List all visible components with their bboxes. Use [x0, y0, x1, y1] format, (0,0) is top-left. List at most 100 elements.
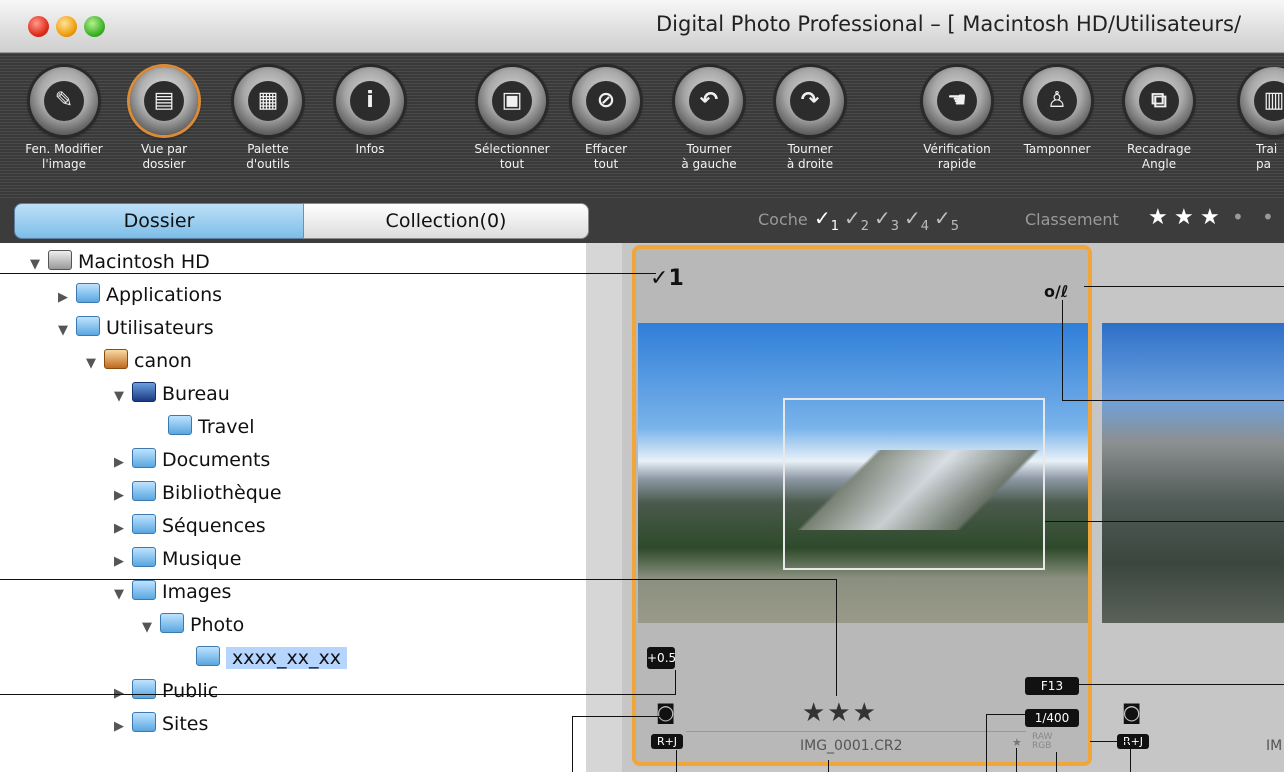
callout-line	[675, 670, 676, 695]
info-button[interactable]: i Infos	[318, 67, 422, 157]
callout-line	[986, 714, 987, 772]
disclosure-open-icon[interactable]: ▼	[86, 349, 104, 379]
folder-icon	[196, 646, 220, 666]
tabs-filter-row: Dossier Collection(0) Coche ✓1 ✓2 ✓3 ✓4 …	[0, 198, 1284, 243]
rating-dot-icon[interactable]: •	[1262, 205, 1274, 229]
crop-angle-button[interactable]: ⧉ Recadrage Angle	[1107, 67, 1211, 172]
tree-item[interactable]: ▼ Photo	[142, 610, 244, 640]
movies-folder-icon	[132, 514, 156, 534]
disclosure-open-icon[interactable]: ▼	[30, 250, 48, 280]
tree-item[interactable]: ▶Public	[114, 676, 218, 706]
tool-palette-button[interactable]: ▦ Palette d'outils	[216, 67, 320, 172]
disclosure-closed-icon[interactable]: ▶	[114, 712, 132, 742]
tree-item[interactable]: ▶ Séquences	[114, 511, 266, 541]
disclosure-open-icon[interactable]: ▼	[114, 382, 132, 412]
rating-star-icon[interactable]: ★	[1174, 205, 1194, 230]
edit-window-icon: ✎	[44, 81, 84, 121]
tool-palette-icon: ▦	[248, 81, 288, 121]
pictures-folder-icon	[132, 580, 156, 600]
select-all-icon: ▣	[492, 81, 532, 121]
library-folder-icon	[132, 481, 156, 501]
rotate-left-button[interactable]: ↶ Tourner à gauche	[657, 67, 761, 172]
tab-dossier[interactable]: Dossier	[14, 203, 304, 239]
desktop-folder-icon	[132, 382, 156, 402]
info-icon: i	[350, 81, 390, 121]
zoom-window-button[interactable]	[84, 16, 105, 37]
tab-collection[interactable]: Collection(0)	[303, 203, 589, 239]
tree-item[interactable]: ▼ canon	[86, 346, 192, 376]
camera-icon: ◙	[1122, 700, 1142, 724]
tree-item[interactable]: Travel	[168, 412, 254, 442]
panel-divider[interactable]	[586, 243, 622, 772]
divider	[686, 731, 1026, 732]
tree-item[interactable]: ▶ Sites	[114, 709, 208, 739]
clear-all-button[interactable]: ⊘ Effacer tout	[554, 67, 658, 172]
home-icon	[104, 349, 128, 369]
callout-line	[572, 716, 573, 772]
toolbar: ✎ Fen. Modifier l'image ▤ Vue par dossie…	[0, 53, 1284, 198]
callout-line	[1130, 741, 1131, 772]
callout-line	[1079, 684, 1284, 685]
tree-item-selected[interactable]: xxxx_xx_xx	[196, 643, 347, 673]
check-filter-4[interactable]: ✓4	[904, 206, 929, 234]
folder-view-button[interactable]: ▤ Vue par dossier	[112, 67, 216, 172]
toolbar-label: Palette d'outils	[246, 142, 290, 171]
disclosure-closed-icon[interactable]: ▶	[114, 448, 132, 478]
camera-icon: ◙	[656, 700, 676, 724]
tree-item[interactable]: ▼ Bureau	[114, 379, 230, 409]
batch-process-button[interactable]: ▥ Trai pa	[1226, 67, 1284, 172]
window-title: Digital Photo Professional – [ Macintosh…	[656, 12, 1242, 36]
exposure-badge: +0.5	[647, 647, 676, 669]
disclosure-closed-icon[interactable]: ▶	[114, 514, 132, 544]
disclosure-open-icon[interactable]: ▼	[142, 613, 160, 643]
callout-line	[1090, 741, 1130, 742]
title-bar: Digital Photo Professional – [ Macintosh…	[0, 0, 1284, 53]
tree-item[interactable]: ▶ Bibliothèque	[114, 478, 282, 508]
stamp-icon: ♙	[1037, 81, 1077, 121]
toolbar-label: Trai pa	[1256, 142, 1278, 171]
close-window-button[interactable]	[28, 16, 49, 37]
select-all-button[interactable]: ▣ Sélectionner tout	[460, 67, 564, 172]
tree-item[interactable]: ▶ Applications	[58, 280, 222, 310]
quick-check-button[interactable]: ☚ Vérification rapide	[905, 67, 1009, 172]
check-filter-5[interactable]: ✓5	[934, 206, 959, 234]
rotate-right-button[interactable]: ↷ Tourner à droite	[758, 67, 862, 172]
rating-star-icon[interactable]: ★	[1200, 205, 1220, 230]
raw-rgb-badge: RAW RGB	[1032, 732, 1053, 751]
check-filter-1[interactable]: ✓1	[814, 206, 839, 234]
tree-item[interactable]: ▼ Utilisateurs	[58, 313, 214, 343]
rotate-right-icon: ↷	[790, 81, 830, 121]
check-filter-3[interactable]: ✓3	[874, 206, 899, 234]
filename-label: IM	[1266, 738, 1283, 754]
toolbar-label: Vue par dossier	[140, 142, 188, 171]
documents-folder-icon	[132, 448, 156, 468]
check-filter-2[interactable]: ✓2	[844, 206, 869, 234]
toolbar-label: Tourner à droite	[786, 142, 834, 171]
disclosure-closed-icon[interactable]: ▶	[58, 283, 76, 313]
folder-icon	[168, 415, 192, 435]
toolbar-label: Tourner à gauche	[681, 142, 737, 171]
rating-dot-icon[interactable]: •	[1232, 205, 1244, 229]
minimize-window-button[interactable]	[56, 16, 77, 37]
toolbar-label: Recadrage Angle	[1126, 142, 1192, 171]
disclosure-closed-icon[interactable]: ▶	[114, 481, 132, 511]
edited-recipe-icon: o/ℓ	[1044, 282, 1069, 301]
check-filter-label: Coche	[758, 210, 808, 229]
callout-line	[828, 760, 829, 772]
callout-line	[572, 716, 670, 717]
stamp-button[interactable]: ♙ Tamponner	[1005, 67, 1109, 157]
disclosure-closed-icon[interactable]: ▶	[114, 547, 132, 577]
toolbar-label: Infos	[355, 142, 385, 156]
tree-item[interactable]: ▶ Musique	[114, 544, 241, 574]
disclosure-open-icon[interactable]: ▼	[58, 316, 76, 346]
callout-line	[0, 273, 656, 274]
callout-line	[986, 714, 1026, 715]
toolbar-label: Fen. Modifier l'image	[25, 142, 103, 171]
thumbnail-image-2[interactable]	[1102, 323, 1284, 623]
tree-item[interactable]: ▶ Documents	[114, 445, 270, 475]
disclosure-open-icon[interactable]: ▼	[114, 580, 132, 610]
tree-item[interactable]: ▼ Images	[114, 577, 231, 607]
rating-star-icon[interactable]: ★	[1148, 205, 1168, 230]
folder-view-icon: ▤	[144, 81, 184, 121]
edit-image-window-button[interactable]: ✎ Fen. Modifier l'image	[12, 67, 116, 172]
